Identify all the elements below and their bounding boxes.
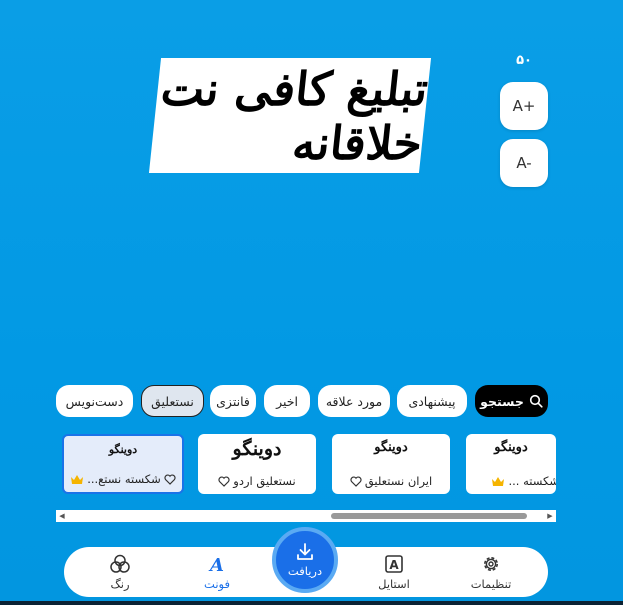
font-sample: دوینگو — [494, 440, 528, 455]
search-icon — [529, 394, 543, 408]
chip-nastaliq[interactable]: نستعلیق — [141, 385, 204, 417]
font-card-selected[interactable]: دوینگو شکسته نستع... — [62, 434, 184, 494]
font-sample: دوینگو — [108, 443, 138, 456]
search-button[interactable]: جستجو — [475, 385, 548, 417]
chip-label: مورد علاقه — [325, 393, 383, 409]
search-label: جستجو — [480, 393, 524, 409]
bottom-edge — [0, 601, 623, 605]
nav-label: فونت — [204, 576, 230, 591]
increase-label: A+ — [512, 97, 536, 115]
download-button[interactable]: دریافت — [272, 527, 338, 593]
nav-label: استایل — [378, 576, 410, 591]
font-card-label-row: شکسته نستع... — [68, 472, 178, 486]
download-label: دریافت — [287, 564, 323, 578]
decrease-font-size-button[interactable]: A- — [500, 139, 548, 187]
font-sample: دوینگو — [232, 438, 282, 460]
text-preview: تبلیغ کافی نت خلاقانه — [148, 58, 432, 173]
nav-color[interactable]: رنگ — [85, 547, 155, 597]
nav-settings[interactable]: تنظیمات — [456, 547, 526, 597]
font-sample: دوینگو — [374, 440, 408, 455]
font-name: شکسته نستع... — [87, 472, 161, 486]
chip-favorites[interactable]: مورد علاقه — [318, 385, 390, 417]
increase-font-size-button[interactable]: A+ — [500, 82, 548, 130]
chip-label: نستعلیق — [151, 393, 194, 409]
heart-icon[interactable] — [164, 473, 176, 485]
chip-recent[interactable]: اخیر — [264, 385, 310, 417]
style-icon: A — [385, 554, 403, 573]
font-card-label-row: یما شکسته ... — [472, 474, 556, 488]
color-icon — [110, 554, 130, 573]
nav-style[interactable]: A استایل — [359, 547, 429, 597]
chip-label: دست‌نویس — [65, 393, 124, 409]
font-card[interactable]: دوینگو یما شکسته ... — [466, 434, 556, 494]
font-list-scrollbar[interactable]: ◀ ▶ — [56, 510, 556, 522]
gear-icon — [484, 556, 498, 571]
chip-suggested[interactable]: پیشنهادی — [397, 385, 467, 417]
crown-icon — [492, 476, 505, 486]
chip-fantasy[interactable]: فانتزی — [210, 385, 256, 417]
svg-text:A: A — [389, 558, 399, 572]
scroll-thumb[interactable] — [331, 513, 527, 519]
svg-text:A: A — [208, 555, 224, 574]
chip-handwriting[interactable]: دست‌نویس — [56, 385, 133, 417]
decrease-label: A- — [516, 154, 532, 172]
nav-label: رنگ — [110, 576, 130, 591]
heart-icon[interactable] — [350, 475, 362, 487]
font-name: یما شکسته ... — [508, 474, 556, 488]
chip-label: اخیر — [276, 393, 298, 409]
font-card-label-row: ایران نستعلیق — [336, 474, 446, 488]
crown-icon — [71, 474, 84, 484]
download-icon — [297, 543, 313, 560]
chip-label: فانتزی — [216, 393, 250, 409]
nav-label: تنظیمات — [470, 576, 512, 591]
nav-font[interactable]: A فونت — [182, 547, 252, 597]
font-card[interactable]: دوینگو نستعلیق اردو — [198, 434, 316, 494]
font-size-value: ۵۰ — [516, 53, 532, 68]
font-name: نستعلیق اردو — [233, 474, 296, 488]
scroll-left-icon[interactable]: ◀ — [57, 510, 67, 522]
scroll-right-icon[interactable]: ▶ — [545, 510, 555, 522]
heart-icon[interactable] — [218, 475, 230, 487]
chip-label: پیشنهادی — [408, 393, 456, 409]
font-name: ایران نستعلیق — [364, 474, 433, 488]
font-card-label-row: نستعلیق اردو — [202, 474, 312, 488]
font-card[interactable]: دوینگو ایران نستعلیق — [332, 434, 450, 494]
font-icon: A — [208, 555, 224, 574]
